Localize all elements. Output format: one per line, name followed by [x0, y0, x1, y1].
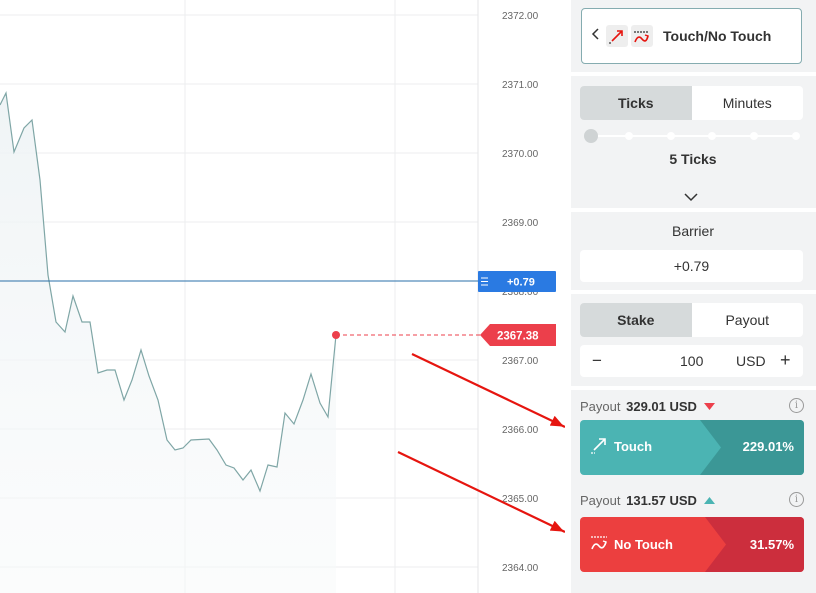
section-divider: [571, 208, 816, 212]
touch-payout-value: 329.01 USD: [626, 399, 697, 414]
section-divider: [571, 290, 816, 294]
touch-payout-info: Payout 329.01 USD: [580, 399, 715, 414]
amount-input[interactable]: 100: [680, 353, 703, 369]
barrier-tag-label: +0.79: [507, 277, 535, 289]
slider-thumb[interactable]: [584, 129, 598, 143]
currency-label: USD: [736, 353, 766, 369]
y-tick-label: 2372.00: [502, 11, 539, 22]
tab-stake[interactable]: Stake: [580, 303, 692, 337]
y-tick-label: 2371.00: [502, 80, 539, 91]
y-tick-label: 2367.00: [502, 356, 539, 367]
amount-stepper[interactable]: − 100 USD +: [580, 345, 803, 377]
y-tick-label: 2369.00: [502, 218, 539, 229]
annotation-arrow: [397, 451, 565, 533]
y-tick-label: 2370.00: [502, 149, 539, 160]
decrement-button[interactable]: −: [592, 351, 602, 371]
spot-price-label: 2367.38: [497, 331, 539, 343]
touch-purchase-button[interactable]: Touch 229.01%: [580, 420, 804, 475]
no-touch-purchase-button[interactable]: No Touch 31.57%: [580, 517, 804, 572]
touch-percentage: 229.01%: [742, 439, 794, 454]
spot-price-tag: 2367.38: [480, 324, 556, 346]
down-arrow-icon: [703, 399, 715, 414]
tab-ticks[interactable]: Ticks: [580, 86, 692, 120]
section-divider: [571, 72, 816, 76]
barrier-input[interactable]: +0.79: [580, 250, 803, 282]
no-touch-payout-info: Payout 131.57 USD: [580, 493, 715, 508]
trade-type-selector[interactable]: Touch/No Touch: [581, 8, 802, 64]
price-area: [0, 93, 336, 593]
duration-value: 5 Ticks: [669, 151, 717, 167]
barrier-title: Barrier: [671, 223, 714, 239]
y-tick-label: 2366.00: [502, 425, 539, 436]
touch-icon: [606, 25, 628, 47]
y-tick-label: 2364.00: [502, 563, 539, 574]
no-touch-percentage: 31.57%: [749, 537, 794, 552]
touch-button-label: Touch: [614, 439, 653, 454]
trade-type-label: Touch/No Touch: [663, 28, 772, 44]
chevron-down-icon[interactable]: [684, 189, 698, 207]
no-touch-icon: [631, 25, 653, 47]
price-chart[interactable]: 2372.00 2371.00 2370.00 2369.00 2368.00 …: [0, 0, 565, 593]
spot-dot: [332, 331, 340, 339]
increment-button[interactable]: +: [780, 350, 791, 371]
no-touch-button-label: No Touch: [614, 537, 673, 552]
info-icon[interactable]: i: [789, 398, 804, 413]
payout-prefix: Payout: [580, 493, 621, 508]
stake-payout-toggle[interactable]: Stake Payout: [580, 303, 803, 337]
touch-icon: [590, 436, 608, 459]
no-touch-icon: [590, 534, 608, 557]
duration-unit-toggle[interactable]: Ticks Minutes: [580, 86, 803, 120]
up-arrow-icon: [703, 493, 715, 508]
barrier-tag[interactable]: +0.79: [478, 271, 556, 292]
y-axis: 2372.00 2371.00 2370.00 2369.00 2368.00 …: [502, 11, 539, 574]
duration-slider[interactable]: [580, 128, 804, 146]
section-divider: [571, 386, 816, 390]
no-touch-payout-value: 131.57 USD: [626, 493, 697, 508]
tab-payout[interactable]: Payout: [692, 303, 804, 337]
tab-minutes[interactable]: Minutes: [692, 86, 804, 120]
payout-prefix: Payout: [580, 399, 621, 414]
barrier-input-value: +0.79: [673, 258, 710, 274]
annotation-arrow: [411, 353, 565, 428]
chevron-left-icon[interactable]: [591, 27, 603, 46]
info-icon[interactable]: i: [789, 492, 804, 507]
